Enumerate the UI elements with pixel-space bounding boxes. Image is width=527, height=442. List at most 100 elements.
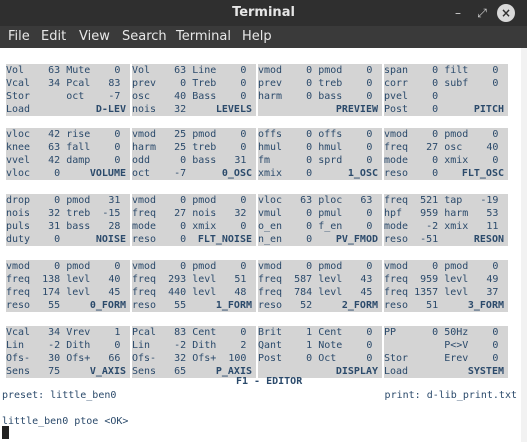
terminal-area[interactable]: Vol 63 Mute 0 Vcal 34 Pcal 83 Stor oct -7 L… bbox=[0, 48, 527, 442]
param-row[interactable]: Load D-LEV bbox=[6, 103, 130, 116]
param-row[interactable]: Vol 63 Mute 0 bbox=[6, 64, 130, 77]
param-row[interactable]: Qant 1 Note 0 bbox=[258, 339, 382, 352]
param-row[interactable]: fm 0 sprd 0 bbox=[258, 154, 382, 167]
section-title: PITCH bbox=[473, 104, 504, 115]
param-row[interactable]: Vol 63 Line 0 bbox=[132, 64, 256, 77]
section-title: V_AXIS bbox=[89, 366, 126, 377]
param-row[interactable]: reso 52 2_FORM bbox=[258, 299, 382, 312]
param-row[interactable]: vloc 0 VOLUME bbox=[6, 167, 130, 180]
param-row[interactable]: span 0 filt 0 bbox=[384, 64, 508, 77]
param-row[interactable]: reso 51 3_FORM bbox=[384, 299, 508, 312]
menu-edit[interactable]: Edit bbox=[41, 29, 66, 44]
param-row[interactable]: hpf 959 harm 53 bbox=[384, 207, 508, 220]
param-row[interactable]: freq 138 levl 40 bbox=[6, 273, 130, 286]
param-row[interactable]: Load SYSTEM bbox=[384, 365, 508, 378]
param-row[interactable]: freq 27 osc 40 bbox=[384, 141, 508, 154]
param-row[interactable]: vmod 0 pmod 0 bbox=[384, 128, 508, 141]
editor-label: F1 - EDITOR bbox=[236, 376, 303, 387]
param-row[interactable]: PREVIEW bbox=[258, 103, 382, 116]
param-row[interactable]: Brit 1 Cent 0 bbox=[258, 326, 382, 339]
param-row[interactable]: Stor oct -7 bbox=[6, 90, 130, 103]
param-row[interactable]: vloc 63 ploc 63 bbox=[258, 194, 382, 207]
param-row[interactable]: hmul 0 hmul 0 bbox=[258, 141, 382, 154]
restore-icon[interactable]: ⤢ bbox=[473, 4, 491, 22]
param-row[interactable]: mode 0 xmix 0 bbox=[132, 220, 256, 233]
param-row[interactable]: odd 0 bass 31 bbox=[132, 154, 256, 167]
param-row[interactable]: freq 174 levl 45 bbox=[6, 286, 130, 299]
param-row[interactable]: PP 0 50Hz 0 bbox=[384, 326, 508, 339]
param-row[interactable]: freq 27 nois 32 bbox=[132, 207, 256, 220]
section-title: NOISE bbox=[95, 234, 126, 245]
param-row[interactable]: corr 0 subf 0 bbox=[384, 77, 508, 90]
param-row[interactable]: nois 32 treb -15 bbox=[6, 207, 130, 220]
param-row[interactable]: Post 0 Oct 0 bbox=[258, 352, 382, 365]
param-row[interactable]: vmod 0 pmod 0 bbox=[132, 194, 256, 207]
param-row[interactable]: Lin -2 Dith 2 bbox=[132, 339, 256, 352]
param-row[interactable]: Lin -2 Dith 0 bbox=[6, 339, 130, 352]
param-row[interactable]: prev 0 Treb 0 bbox=[132, 77, 256, 90]
param-row[interactable]: drop 0 pmod 31 bbox=[6, 194, 130, 207]
minimize-icon[interactable]: – bbox=[449, 4, 467, 22]
param-row[interactable]: o_en 0 f_en 0 bbox=[258, 220, 382, 233]
param-row[interactable]: vmod 0 pmod 0 bbox=[384, 260, 508, 273]
param-row[interactable]: oct -7 0_OSC bbox=[132, 167, 256, 180]
param-row[interactable]: reso 0 FLT_NOISE bbox=[132, 233, 256, 246]
param-row[interactable]: Post 0 PITCH bbox=[384, 103, 508, 116]
param-row[interactable]: vmod 0 pmod 0 bbox=[132, 260, 256, 273]
param-row[interactable]: freq 440 levl 48 bbox=[132, 286, 256, 299]
close-icon[interactable]: × bbox=[497, 4, 515, 22]
param-row[interactable]: prev 0 treb 0 bbox=[258, 77, 382, 90]
param-row[interactable]: offs 0 offs 0 bbox=[258, 128, 382, 141]
menu-terminal[interactable]: Terminal bbox=[176, 29, 231, 44]
param-row[interactable]: nois 32 LEVELS bbox=[132, 103, 256, 116]
param-row[interactable]: reso -51 RESON bbox=[384, 233, 508, 246]
param-row[interactable]: freq 293 levl 51 bbox=[132, 273, 256, 286]
param-row[interactable]: Stor Erev 0 bbox=[384, 352, 508, 365]
param-row[interactable]: vloc 42 rise 0 bbox=[6, 128, 130, 141]
section-title: D-LEV bbox=[95, 104, 126, 115]
param-row[interactable]: mode 0 xmix 0 bbox=[384, 154, 508, 167]
param-row[interactable]: harm 0 bass 0 bbox=[258, 90, 382, 103]
param-row[interactable]: freq 521 tap -19 bbox=[384, 194, 508, 207]
param-row[interactable]: vmod 25 pmod 0 bbox=[132, 128, 256, 141]
param-row[interactable]: freq 784 levl 45 bbox=[258, 286, 382, 299]
param-row[interactable]: vmod 0 pmod 0 bbox=[6, 260, 130, 273]
section-title: PREVIEW bbox=[335, 104, 378, 115]
menu-file[interactable]: File bbox=[8, 29, 30, 44]
param-row[interactable]: mode -2 xmix 11 bbox=[384, 220, 508, 233]
param-row[interactable]: reso 55 1_FORM bbox=[132, 299, 256, 312]
param-row[interactable]: n_en 0 PV_FMOD bbox=[258, 233, 382, 246]
param-row[interactable]: puls 31 bass 28 bbox=[6, 220, 130, 233]
param-row[interactable]: xmix 0 1_OSC bbox=[258, 167, 382, 180]
section-title: DISPLAY bbox=[335, 366, 378, 377]
scrollbar[interactable] bbox=[521, 48, 527, 442]
param-row[interactable]: freq 959 levl 49 bbox=[384, 273, 508, 286]
param-row[interactable]: Ofs- 32 Ofs+ 100 bbox=[132, 352, 256, 365]
param-row[interactable]: P<>V 0 bbox=[384, 339, 508, 352]
param-row[interactable]: Vcal 34 Pcal 83 bbox=[6, 77, 130, 90]
param-row[interactable]: vmul 0 pmul 0 bbox=[258, 207, 382, 220]
param-row[interactable]: vvel 42 damp 0 bbox=[6, 154, 130, 167]
param-row[interactable]: Sens 75 V_AXIS bbox=[6, 365, 130, 378]
param-row[interactable]: freq 1357 levl 37 bbox=[384, 286, 508, 299]
param-row[interactable]: Pcal 83 Cent 0 bbox=[132, 326, 256, 339]
menu-view[interactable]: View bbox=[79, 29, 110, 44]
preset-status: preset: little_ben0 bbox=[2, 390, 117, 401]
param-row[interactable]: osc 40 Bass 0 bbox=[132, 90, 256, 103]
param-row[interactable]: reso 0 FLT_OSC bbox=[384, 167, 508, 180]
param-row[interactable]: Ofs- 30 Ofs+ 66 bbox=[6, 352, 130, 365]
menu-help[interactable]: Help bbox=[242, 29, 272, 44]
section-title: SYSTEM bbox=[467, 366, 504, 377]
param-row[interactable]: Vcal 34 Vrev 1 bbox=[6, 326, 130, 339]
menu-search[interactable]: Search bbox=[122, 29, 167, 44]
param-row[interactable]: duty 0 NOISE bbox=[6, 233, 130, 246]
param-row[interactable]: knee 63 fall 0 bbox=[6, 141, 130, 154]
section-title: 2_FORM bbox=[341, 300, 378, 311]
param-row[interactable]: reso 55 0_FORM bbox=[6, 299, 130, 312]
param-row[interactable]: vmod 0 pmod 0 bbox=[258, 260, 382, 273]
param-row[interactable]: vmod 0 pmod 0 bbox=[258, 64, 382, 77]
section-title: LEVELS bbox=[215, 104, 252, 115]
param-row[interactable]: freq 587 levl 43 bbox=[258, 273, 382, 286]
param-row[interactable]: harm 25 treb 0 bbox=[132, 141, 256, 154]
param-row[interactable]: pvel 0 bbox=[384, 90, 508, 103]
